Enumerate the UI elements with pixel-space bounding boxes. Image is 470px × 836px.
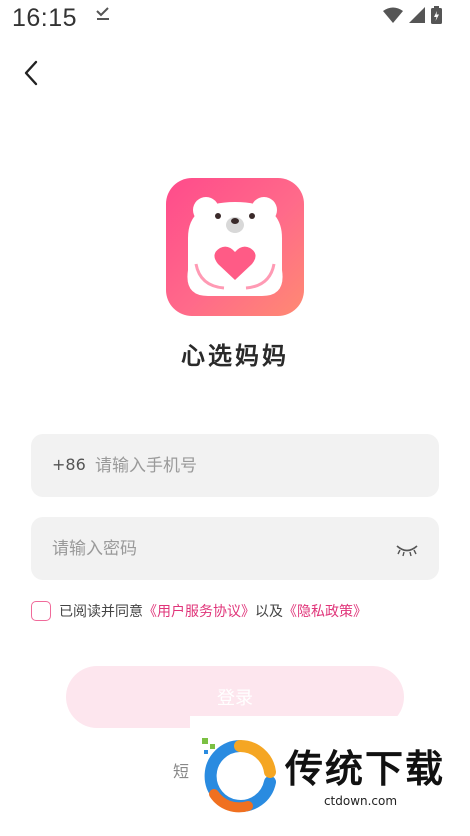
privacy-policy-link[interactable]: 《隐私政策》: [283, 601, 367, 621]
agreement-prefix: 已阅读并同意: [59, 604, 143, 620]
user-agreement-link[interactable]: 《用户服务协议》: [143, 601, 255, 621]
bear-heart-icon: [187, 197, 283, 296]
phone-field: +86: [31, 434, 439, 497]
app-name: 心选妈妈: [181, 342, 289, 370]
sms-login-link[interactable]: 短: [173, 758, 189, 782]
app-logo: [166, 178, 304, 316]
watermark-text: 传统下载: [285, 747, 446, 791]
status-bar: 16:15: [0, 0, 470, 40]
battery-icon: [431, 6, 442, 28]
country-code-selector[interactable]: +86: [52, 455, 86, 474]
wifi-icon: [383, 7, 403, 27]
download-done-icon: [95, 6, 111, 26]
password-field: [31, 517, 439, 580]
status-icons: [383, 6, 442, 28]
watermark: 传统下载 ctdown.com: [190, 716, 455, 828]
agreement-conjunction: 以及: [255, 604, 283, 620]
agreement-row: 已阅读并同意 《用户服务协议》 以及 《隐私政策》: [31, 600, 367, 622]
chevron-left-icon: [24, 60, 38, 86]
watermark-logo-icon: [202, 738, 276, 813]
password-input[interactable]: [52, 535, 382, 563]
eye-closed-icon[interactable]: [395, 542, 419, 557]
back-button[interactable]: [14, 56, 48, 90]
signal-icon: [409, 7, 425, 27]
agree-checkbox[interactable]: [31, 601, 51, 621]
status-time: 16:15: [12, 4, 78, 32]
phone-input[interactable]: [95, 452, 415, 480]
watermark-url: ctdown.com: [317, 794, 404, 808]
